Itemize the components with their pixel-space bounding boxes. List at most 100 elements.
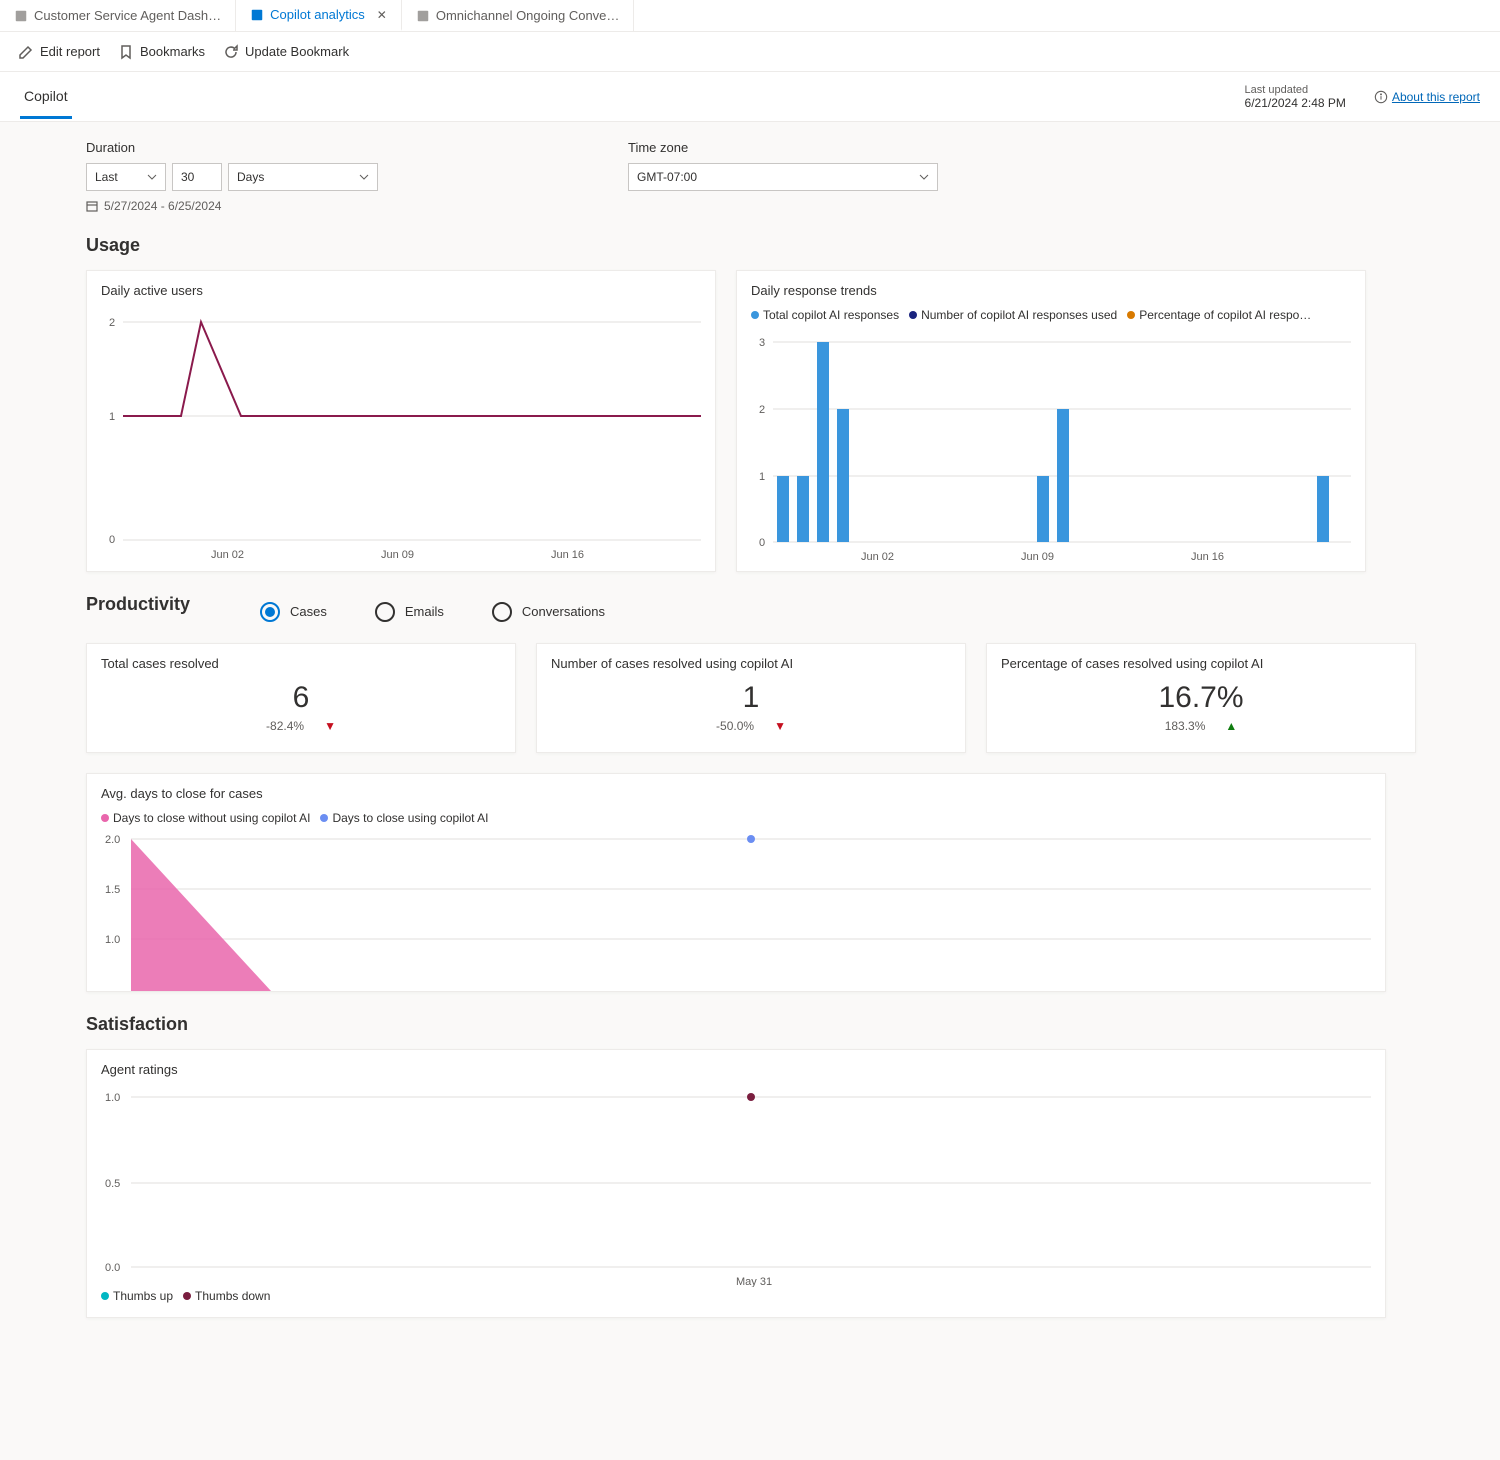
svg-text:1.0: 1.0: [105, 1092, 120, 1104]
kpi-value: 16.7%: [1001, 681, 1401, 715]
svg-text:Jun 02: Jun 02: [211, 549, 244, 561]
radio-cases[interactable]: Cases: [260, 602, 327, 622]
svg-text:0: 0: [109, 534, 115, 546]
last-updated: Last updated 6/21/2024 2:48 PM: [1245, 84, 1346, 110]
btn-label: Edit report: [40, 44, 100, 59]
agent-ratings-chart: 1.0 0.5 0.0 May 31: [101, 1087, 1371, 1287]
page-tab-copilot[interactable]: Copilot: [20, 74, 72, 119]
tab-label: Copilot analytics: [270, 7, 365, 22]
dropdown-value: GMT-07:00: [637, 170, 697, 184]
kpi-title: Percentage of cases resolved using copil…: [1001, 656, 1401, 671]
btn-label: Update Bookmark: [245, 44, 349, 59]
productivity-section: Productivity Cases Emails Conversations …: [86, 594, 1500, 992]
date-range-text: 5/27/2024 - 6/25/2024: [104, 199, 221, 213]
svg-text:0: 0: [759, 537, 765, 549]
dropdown-value: Last: [95, 170, 118, 184]
kpi-value: 6: [101, 681, 501, 715]
pencil-icon: [18, 44, 34, 60]
duration-mode-dropdown[interactable]: Last: [86, 163, 166, 191]
app-icon: [250, 8, 264, 22]
edit-report-button[interactable]: Edit report: [18, 44, 100, 60]
section-title: Satisfaction: [86, 1014, 1500, 1035]
ratings-legend: Thumbs up Thumbs down: [101, 1289, 1371, 1303]
legend-b: Number of copilot AI responses used: [921, 308, 1117, 322]
timezone-dropdown[interactable]: GMT-07:00: [628, 163, 938, 191]
calendar-icon: [86, 200, 98, 212]
chevron-down-icon: [147, 172, 157, 182]
avg-days-card: Avg. days to close for cases Days to clo…: [86, 773, 1386, 992]
page-header: Copilot Last updated 6/21/2024 2:48 PM A…: [0, 72, 1500, 122]
svg-text:0.5: 0.5: [105, 1178, 120, 1190]
svg-text:May 31: May 31: [736, 1276, 772, 1287]
card-title: Daily active users: [101, 283, 701, 298]
about-report-link[interactable]: About this report: [1374, 90, 1480, 104]
tab-omnichannel[interactable]: Omnichannel Ongoing Conve…: [402, 0, 635, 31]
legend-a: Days to close without using copilot AI: [113, 811, 310, 825]
radio-conversations[interactable]: Conversations: [492, 602, 605, 622]
chevron-down-icon: [919, 172, 929, 182]
duration-number-input[interactable]: 30: [172, 163, 222, 191]
card-title: Avg. days to close for cases: [101, 786, 1371, 801]
duration-filter: Duration Last 30 Days 5/27/2024 - 6/25/2…: [86, 140, 378, 213]
trend-down-icon: ▼: [324, 719, 336, 733]
svg-text:2.0: 2.0: [105, 834, 120, 846]
date-range-display: 5/27/2024 - 6/25/2024: [86, 199, 378, 213]
radio-emails[interactable]: Emails: [375, 602, 444, 622]
app-icon: [416, 9, 430, 23]
kpi-total-cases: Total cases resolved 6 -82.4% ▼: [86, 643, 516, 753]
tab-label: Customer Service Agent Dash…: [34, 8, 221, 23]
svg-text:2: 2: [109, 317, 115, 329]
daily-response-trends-chart: 3 2 1 0 Jun 02 Jun 09: [751, 328, 1351, 563]
legend-a: Total copilot AI responses: [763, 308, 899, 322]
trend-up-icon: ▲: [1225, 719, 1237, 733]
btn-label: Bookmarks: [140, 44, 205, 59]
bookmark-icon: [118, 44, 134, 60]
report-toolbar: Edit report Bookmarks Update Bookmark: [0, 32, 1500, 72]
section-title: Usage: [86, 235, 1500, 256]
kpi-value: 1: [551, 681, 951, 715]
kpi-delta: 183.3%: [1165, 719, 1206, 733]
usage-section: Usage Daily active users 2 1 0 Jun 02 Ju…: [86, 235, 1500, 572]
svg-text:1: 1: [759, 471, 765, 483]
productivity-radio-group: Cases Emails Conversations: [260, 602, 605, 622]
section-title: Productivity: [86, 594, 190, 615]
workspace-tabs: Customer Service Agent Dash… Copilot ana…: [0, 0, 1500, 32]
avg-legend: Days to close without using copilot AI D…: [101, 811, 1371, 825]
update-bookmark-button[interactable]: Update Bookmark: [223, 44, 349, 60]
filters-row: Duration Last 30 Days 5/27/2024 - 6/25/2…: [86, 140, 1500, 213]
svg-text:1.5: 1.5: [105, 884, 120, 896]
last-updated-label: Last updated: [1245, 84, 1346, 96]
kpi-title: Total cases resolved: [101, 656, 501, 671]
agent-ratings-card: Agent ratings 1.0 0.5 0.0 May 31 Thumbs …: [86, 1049, 1386, 1318]
trend-down-icon: ▼: [774, 719, 786, 733]
daily-active-users-chart: 2 1 0 Jun 02 Jun 09 Jun 16: [101, 308, 701, 563]
satisfaction-section: Satisfaction Agent ratings 1.0 0.5 0.0 M…: [86, 1014, 1500, 1318]
duration-unit-dropdown[interactable]: Days: [228, 163, 378, 191]
app-icon: [14, 9, 28, 23]
card-title: Agent ratings: [101, 1062, 1371, 1077]
daily-active-users-card: Daily active users 2 1 0 Jun 02 Jun 09 J…: [86, 270, 716, 572]
timezone-label: Time zone: [628, 140, 938, 155]
tab-copilot-analytics[interactable]: Copilot analytics ✕: [236, 0, 402, 31]
last-updated-value: 6/21/2024 2:48 PM: [1245, 96, 1346, 110]
svg-text:1.0: 1.0: [105, 934, 120, 946]
kpi-percent-copilot: Percentage of cases resolved using copil…: [986, 643, 1416, 753]
tab-customer-service[interactable]: Customer Service Agent Dash…: [0, 0, 236, 31]
trends-legend: Total copilot AI responses Number of cop…: [751, 308, 1351, 322]
dropdown-value: Days: [237, 170, 264, 184]
kpi-cases-copilot: Number of cases resolved using copilot A…: [536, 643, 966, 753]
legend-up: Thumbs up: [113, 1289, 173, 1303]
svg-text:Jun 16: Jun 16: [551, 549, 584, 561]
daily-response-trends-card: Daily response trends Total copilot AI r…: [736, 270, 1366, 572]
svg-text:Jun 09: Jun 09: [1021, 551, 1054, 563]
info-icon: [1374, 90, 1388, 104]
close-icon[interactable]: ✕: [377, 8, 387, 22]
kpi-title: Number of cases resolved using copilot A…: [551, 656, 951, 671]
bookmarks-button[interactable]: Bookmarks: [118, 44, 205, 60]
tab-label: Omnichannel Ongoing Conve…: [436, 8, 620, 23]
chevron-down-icon: [359, 172, 369, 182]
link-label: About this report: [1392, 90, 1480, 104]
kpi-delta: -82.4%: [266, 719, 304, 733]
legend-c: Percentage of copilot AI respo…: [1139, 308, 1311, 322]
refresh-icon: [223, 44, 239, 60]
